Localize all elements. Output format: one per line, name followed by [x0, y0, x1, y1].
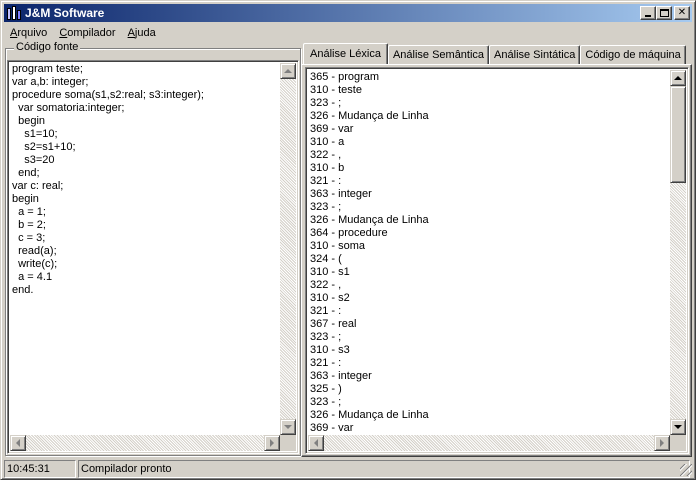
lexical-token-item[interactable]: 323 - ;	[310, 201, 429, 214]
lexical-token-item[interactable]: 310 - a	[310, 136, 429, 149]
menu-compilador[interactable]: Compilador	[53, 27, 121, 39]
editor-vertical-scrollbar[interactable]	[280, 63, 296, 435]
lexical-token-item[interactable]: 310 - teste	[310, 84, 429, 97]
lexical-token-item[interactable]: 326 - Mudança de Linha	[310, 409, 429, 422]
lexical-token-item[interactable]: 310 - s1	[310, 266, 429, 279]
lexical-token-item[interactable]: 310 - s3	[310, 344, 429, 357]
close-button[interactable]: ✕	[674, 6, 690, 20]
maximize-button[interactable]	[656, 6, 672, 20]
lexical-token-item[interactable]: 322 - ,	[310, 279, 429, 292]
arrow-down-icon	[674, 425, 682, 429]
arrow-right-icon	[270, 439, 274, 447]
lexical-token-item[interactable]: 365 - program	[310, 71, 429, 84]
menu-ajuda[interactable]: Ajuda	[122, 27, 162, 39]
source-code-label: Código fonte	[14, 41, 81, 53]
lexical-scroll-down-button[interactable]	[670, 419, 686, 435]
lexical-token-lines: 365 - program 310 - teste 323 - ; 326 - Mud…	[310, 71, 429, 435]
window-title: J&M Software	[25, 6, 105, 20]
window-controls: ✕	[640, 6, 690, 20]
lexical-token-item[interactable]: 369 - var	[310, 422, 429, 435]
tab-analise-sintatica[interactable]: Análise Sintática	[489, 45, 581, 64]
lexical-token-item[interactable]: 310 - b	[310, 162, 429, 175]
title-bar[interactable]: J&M Software ✕	[4, 4, 692, 22]
lexical-scroll-right-button[interactable]	[654, 435, 670, 451]
lexical-token-item[interactable]: 321 - :	[310, 305, 429, 318]
arrow-right-icon	[660, 439, 664, 447]
app-icon	[6, 5, 22, 21]
minimize-icon	[645, 15, 651, 17]
editor-scroll-up-button[interactable]	[280, 63, 296, 79]
arrow-left-icon	[314, 439, 318, 447]
status-bar: 10:45:31 Compilador pronto	[4, 460, 694, 478]
arrow-left-icon	[16, 439, 20, 447]
main-window: J&M Software ✕ Arquivo Compilador Ajuda …	[0, 0, 696, 480]
lexical-token-item[interactable]: 363 - integer	[310, 188, 429, 201]
resize-grip-icon[interactable]	[680, 464, 692, 476]
menu-arquivo[interactable]: Arquivo	[4, 27, 53, 39]
lexical-token-item[interactable]: 321 - :	[310, 357, 429, 370]
close-icon: ✕	[677, 7, 687, 18]
editor-scroll-down-button[interactable]	[280, 419, 296, 435]
lexical-token-item[interactable]: 363 - integer	[310, 370, 429, 383]
arrow-up-icon	[674, 76, 682, 80]
lexical-token-item[interactable]: 322 - ,	[310, 149, 429, 162]
lexical-horizontal-scrollbar[interactable]	[308, 435, 670, 451]
lexical-token-item[interactable]: 310 - s2	[310, 292, 429, 305]
lexical-token-list[interactable]: 365 - program 310 - teste 323 - ; 326 - Mud…	[305, 67, 689, 454]
lexical-token-item[interactable]: 326 - Mudança de Linha	[310, 110, 429, 123]
lexical-scroll-left-button[interactable]	[308, 435, 324, 451]
lexical-token-item[interactable]: 310 - soma	[310, 240, 429, 253]
lexical-token-item[interactable]: 369 - var	[310, 123, 429, 136]
scroll-corner	[280, 435, 296, 451]
lexical-token-item[interactable]: 324 - (	[310, 253, 429, 266]
lexical-token-item[interactable]: 364 - procedure	[310, 227, 429, 240]
lexical-token-item[interactable]: 367 - real	[310, 318, 429, 331]
lexical-scroll-up-button[interactable]	[670, 70, 686, 86]
lexical-token-item[interactable]: 321 - :	[310, 175, 429, 188]
source-code-editor[interactable]: program teste; var a,b: integer; procedu…	[7, 60, 299, 454]
lexical-vertical-scrollbar[interactable]	[670, 70, 686, 435]
lexical-token-item[interactable]: 323 - ;	[310, 331, 429, 344]
tab-analise-semantica[interactable]: Análise Semântica	[387, 45, 490, 64]
editor-scroll-right-button[interactable]	[264, 435, 280, 451]
minimize-button[interactable]	[640, 6, 656, 20]
status-message: Compilador pronto	[78, 460, 690, 478]
status-time: 10:45:31	[4, 460, 76, 478]
tab-analise-lexica[interactable]: Análise Léxica	[303, 43, 388, 64]
menu-bar: Arquivo Compilador Ajuda	[4, 23, 162, 42]
arrow-up-icon	[284, 69, 292, 73]
maximize-icon	[659, 9, 669, 17]
source-code-text[interactable]: program teste; var a,b: integer; procedu…	[12, 63, 204, 297]
lexical-token-item[interactable]: 325 - )	[310, 383, 429, 396]
editor-scroll-left-button[interactable]	[10, 435, 26, 451]
lexical-token-item[interactable]: 326 - Mudança de Linha	[310, 214, 429, 227]
tab-codigo-de-maquina[interactable]: Código de máquina	[580, 45, 686, 64]
analysis-tabs: Análise Léxica Análise Semântica Análise…	[303, 43, 686, 65]
arrow-down-icon	[284, 425, 292, 429]
lexical-token-item[interactable]: 323 - ;	[310, 97, 429, 110]
lexical-scroll-thumb[interactable]	[670, 86, 686, 183]
scroll-corner	[670, 435, 686, 451]
editor-horizontal-scrollbar[interactable]	[10, 435, 280, 451]
lexical-token-item[interactable]: 323 - ;	[310, 396, 429, 409]
